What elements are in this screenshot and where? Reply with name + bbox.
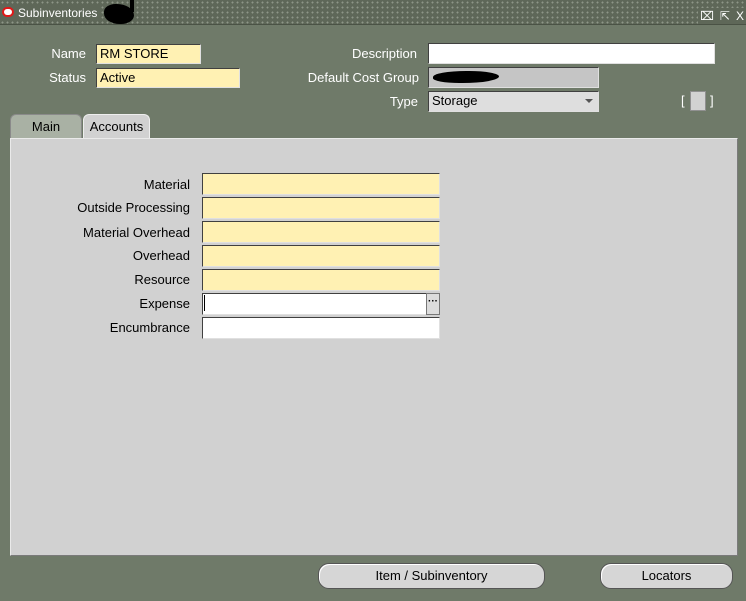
type-value: Storage [432, 93, 478, 108]
item-subinventory-button[interactable]: Item / Subinventory [318, 563, 545, 589]
name-label: Name [51, 46, 86, 61]
window-title: Subinventories [18, 6, 98, 20]
window-title-bar[interactable]: Subinventories ⌧ ⇱ X [0, 0, 746, 25]
text-cursor [204, 295, 205, 311]
tab-accounts[interactable]: Accounts [83, 114, 150, 140]
status-field[interactable]: Active [96, 68, 240, 88]
chevron-down-icon [585, 99, 593, 103]
name-field[interactable]: RM STORE [96, 44, 201, 64]
default-cost-group-field[interactable] [428, 67, 599, 88]
window-title-area: Subinventories [0, 5, 102, 21]
list-of-values-button[interactable]: ··· [426, 293, 440, 315]
oracle-app-icon [2, 7, 14, 17]
material-field[interactable] [202, 173, 440, 195]
material-overhead-label: Material Overhead [83, 225, 190, 240]
encumbrance-field[interactable] [202, 317, 440, 339]
locators-label: Locators [641, 568, 692, 583]
redaction-mark [104, 0, 134, 24]
material-label: Material [143, 177, 190, 192]
locators-button[interactable]: Locators [600, 563, 733, 589]
bracket-open: [ [681, 93, 685, 108]
tab-main[interactable]: Main [10, 114, 82, 138]
redaction-mark [433, 71, 499, 83]
expense-label: Expense [139, 296, 190, 311]
description-field[interactable] [428, 43, 715, 64]
resource-label: Resource [134, 272, 190, 287]
item-subinventory-label: Item / Subinventory [375, 568, 488, 583]
expense-field[interactable] [202, 293, 427, 315]
material-overhead-field[interactable] [202, 221, 440, 243]
type-label: Type [389, 94, 418, 109]
encumbrance-label: Encumbrance [109, 320, 190, 335]
restore-icon[interactable]: ⌧ [700, 8, 714, 24]
type-dropdown[interactable]: Storage [428, 91, 599, 112]
overhead-label: Overhead [132, 248, 190, 263]
status-label: Status [49, 70, 86, 85]
resource-field[interactable] [202, 269, 440, 291]
descriptive-flexfield-box[interactable] [690, 91, 706, 111]
bracket-close: ] [710, 93, 714, 108]
window-controls: ⌧ ⇱ X [698, 8, 746, 24]
outside-processing-label: Outside Processing [77, 200, 190, 215]
description-label: Description [351, 46, 417, 61]
close-icon[interactable]: X [736, 8, 744, 24]
default-cost-group-label: Default Cost Group [307, 70, 419, 85]
outside-processing-field[interactable] [202, 197, 440, 219]
overhead-field[interactable] [202, 245, 440, 267]
maximize-icon[interactable]: ⇱ [720, 8, 730, 24]
